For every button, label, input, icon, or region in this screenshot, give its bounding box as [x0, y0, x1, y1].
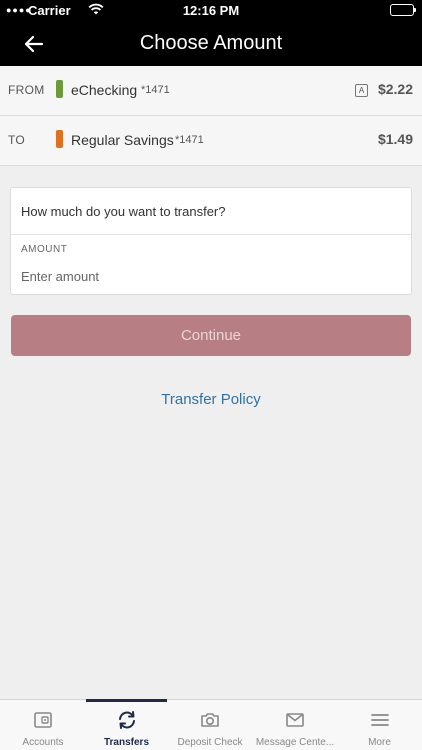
to-label: TO [8, 133, 26, 147]
to-account-balance: $1.49 [377, 131, 413, 147]
to-account-name: Regular Savings [71, 132, 174, 148]
menu-icon [369, 709, 391, 731]
tab-label: Deposit Check [177, 737, 243, 748]
wallet-icon [32, 709, 54, 731]
account-color-chip [56, 130, 63, 148]
page-title: Choose Amount [139, 32, 283, 54]
mail-icon [284, 709, 306, 731]
amount-input[interactable] [21, 266, 401, 286]
tab-accounts[interactable]: Accounts [0, 700, 86, 750]
amount-label: AMOUNT [21, 244, 68, 255]
tab-transfers[interactable]: Transfers [86, 699, 167, 750]
transfer-policy-link[interactable]: Transfer Policy [0, 391, 422, 408]
battery-icon [390, 4, 416, 16]
tab-message-center[interactable]: Message Cente... [253, 700, 337, 750]
to-account-row[interactable]: TO Regular Savings *1471 $1.49 [0, 116, 422, 166]
divider [11, 234, 411, 235]
navigation-bar: Choose Amount [0, 22, 422, 66]
tab-deposit-check[interactable]: Deposit Check [167, 700, 253, 750]
tab-more[interactable]: More [337, 700, 422, 750]
amount-card: How much do you want to transfer? AMOUNT [10, 187, 412, 295]
from-account-balance: $2.22 [377, 81, 413, 97]
tab-label: Accounts [22, 737, 64, 748]
from-account-name: eChecking [71, 82, 138, 98]
active-tab-indicator [86, 699, 167, 702]
transfer-icon [116, 709, 138, 731]
available-balance-icon: A [355, 84, 368, 97]
camera-icon [199, 709, 221, 731]
clock: 12:16 PM [182, 3, 240, 18]
status-bar: ●●●● Carrier 12:16 PM [0, 0, 422, 22]
from-account-row[interactable]: FROM eChecking *1471 A $2.22 [0, 66, 422, 116]
tab-bar: Accounts Transfers Deposit Check Message… [0, 699, 422, 750]
to-account-number: *1471 [175, 134, 204, 146]
from-label: FROM [8, 83, 45, 97]
from-account-number: *1471 [141, 84, 170, 96]
account-color-chip [56, 80, 63, 98]
transfer-question: How much do you want to transfer? [21, 204, 226, 219]
tab-label: Transfers [103, 737, 150, 748]
tab-label: More [368, 737, 391, 748]
continue-button[interactable]: Continue [11, 315, 411, 356]
tab-label: Message Cente... [255, 737, 335, 748]
